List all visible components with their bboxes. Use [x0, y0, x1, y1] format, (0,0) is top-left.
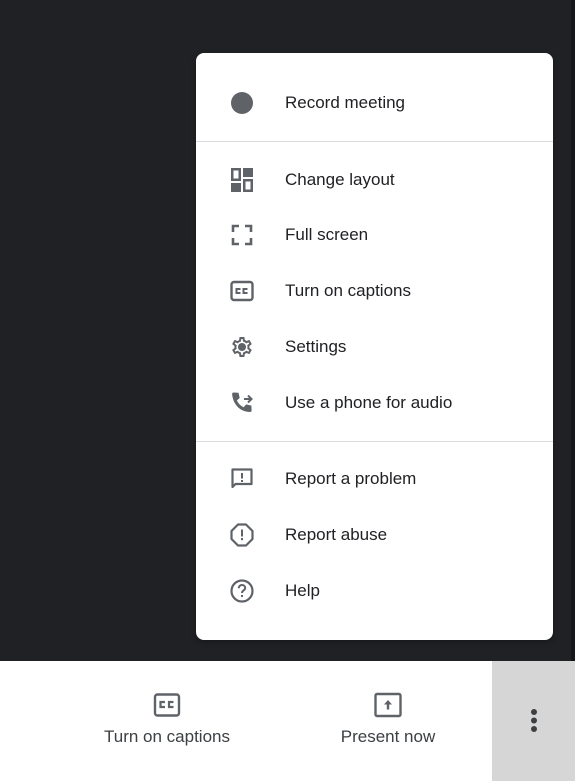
more-options-button[interactable] — [492, 661, 575, 781]
menu-item-help[interactable]: Help — [196, 563, 553, 619]
menu-divider — [196, 441, 553, 442]
menu-item-label: Report abuse — [285, 525, 388, 544]
meeting-stage: Record meeting Change layout Full screen… — [0, 0, 575, 781]
menu-item-label: Change layout — [285, 170, 395, 189]
present-now-label: Present now — [340, 727, 436, 746]
present-now-button[interactable]: Present now — [318, 661, 458, 781]
menu-item-report-abuse[interactable]: Report abuse — [196, 507, 553, 563]
menu-item-report-problem[interactable]: Report a problem — [196, 451, 553, 507]
menu-item-label: Turn on captions — [285, 281, 411, 300]
present-screen-icon — [374, 691, 402, 719]
feedback-icon — [230, 467, 254, 491]
menu-item-label: Use a phone for audio — [285, 393, 453, 412]
scrollbar-edge — [571, 0, 575, 661]
meeting-control-bar: Turn on captions Present now — [0, 661, 575, 781]
help-circle-icon — [230, 579, 254, 603]
layout-icon — [230, 168, 254, 192]
phone-forward-icon — [230, 391, 254, 415]
menu-item-label: Help — [285, 581, 320, 600]
menu-item-label: Full screen — [285, 225, 369, 244]
turn-on-captions-button[interactable]: Turn on captions — [80, 661, 254, 781]
record-dot-icon — [230, 91, 254, 115]
menu-item-label: Report a problem — [285, 469, 417, 488]
menu-item-change-layout[interactable]: Change layout — [196, 152, 553, 208]
menu-item-turn-on-captions[interactable]: Turn on captions — [196, 263, 553, 319]
more-options-menu: Record meeting Change layout Full screen… — [196, 53, 553, 640]
menu-item-phone-audio[interactable]: Use a phone for audio — [196, 375, 553, 431]
fullscreen-icon — [230, 223, 254, 247]
report-octagon-icon — [230, 523, 254, 547]
closed-captions-icon — [230, 279, 254, 303]
turn-on-captions-label: Turn on captions — [104, 727, 230, 746]
gear-icon — [230, 335, 254, 359]
more-vertical-icon — [527, 708, 541, 736]
menu-item-label: Settings — [285, 337, 347, 356]
menu-item-record-meeting[interactable]: Record meeting — [196, 75, 553, 131]
menu-divider — [196, 141, 553, 142]
closed-captions-icon — [153, 691, 181, 719]
menu-item-label: Record meeting — [285, 93, 406, 112]
menu-item-settings[interactable]: Settings — [196, 319, 553, 375]
menu-item-full-screen[interactable]: Full screen — [196, 207, 553, 263]
